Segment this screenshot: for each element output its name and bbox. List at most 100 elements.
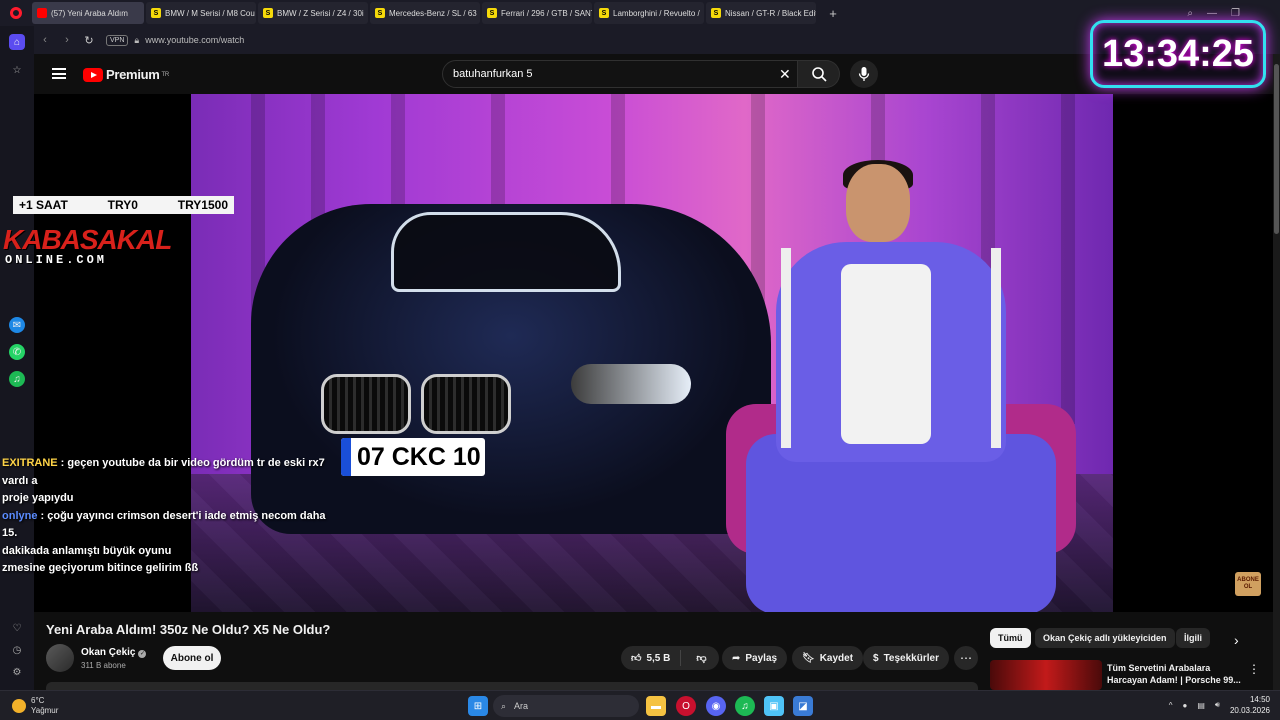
recommendation-thumbnail[interactable] xyxy=(990,660,1102,690)
restore-icon[interactable]: ❐ xyxy=(1231,8,1240,19)
sahibinden-favicon-icon: S xyxy=(599,8,609,18)
store-icon[interactable]: ▣ xyxy=(764,696,784,716)
weather-widget[interactable]: 6°C Yağmur xyxy=(12,696,58,716)
chip-all[interactable]: Tümü xyxy=(990,628,1031,648)
sahibinden-favicon-icon: S xyxy=(375,8,385,18)
settings-icon[interactable]: ⚙ xyxy=(9,664,25,680)
logo-text: Premium xyxy=(106,67,160,82)
tab-youtube[interactable]: (57) Yeni Araba Aldım xyxy=(32,2,144,24)
share-icon: ➦ xyxy=(732,652,741,664)
channel-name-text[interactable]: Okan Çekiç xyxy=(81,647,135,658)
save-button[interactable]: 🔖︎ Kaydet xyxy=(792,646,864,670)
weather-text: Yağmur xyxy=(31,706,59,715)
weather-icon xyxy=(12,699,26,713)
more-actions-button[interactable]: ⋯ xyxy=(954,646,978,670)
clear-search-icon[interactable]: ✕ xyxy=(779,66,791,83)
url-field[interactable]: www.youtube.com/watch xyxy=(145,35,244,45)
chevron-up-icon[interactable]: ^ xyxy=(1169,701,1173,710)
tab-mercedes-sl[interactable]: S Mercedes-Benz / SL / 63 xyxy=(370,2,480,24)
chat-message: onlyne : çoğu yayıncı crimson desert'i i… xyxy=(2,508,332,543)
discord-icon[interactable]: ◉ xyxy=(706,696,726,716)
voice-search-button[interactable] xyxy=(850,60,878,88)
search-tabs-icon[interactable]: ⌕ xyxy=(1187,8,1193,19)
spotify-icon[interactable]: ♫ xyxy=(735,696,755,716)
browser-tab-bar: (57) Yeni Araba Aldım S BMW / M Serisi / … xyxy=(0,0,1280,26)
volume-icon[interactable]: 🔊︎ xyxy=(1215,700,1220,710)
youtube-header: Premium TR batuhanfurkan 5 ✕ xyxy=(34,54,1274,94)
vpn-badge[interactable]: VPN xyxy=(106,34,129,46)
file-explorer-icon[interactable]: ▬ xyxy=(646,696,666,716)
like-dislike-group: 👍︎ 5,5 B 👎︎ xyxy=(621,646,719,670)
network-icon[interactable]: ▤ xyxy=(1197,701,1205,710)
start-icon[interactable]: ⊞ xyxy=(468,696,488,716)
dislike-button[interactable]: 👎︎ xyxy=(686,652,716,664)
chip-related[interactable]: İlgili xyxy=(1176,628,1210,648)
microphone-icon xyxy=(858,67,870,81)
tab-label: BMW / M Serisi / M8 Cou xyxy=(165,8,255,18)
tab-lamborghini[interactable]: S Lamborghini / Revuelto / xyxy=(594,2,704,24)
messenger-icon[interactable]: ✉ xyxy=(9,317,25,333)
channel-name[interactable]: Okan Çekiç ✓ xyxy=(81,647,147,658)
minimize-icon[interactable]: — xyxy=(1207,8,1217,19)
menu-icon[interactable] xyxy=(52,68,66,79)
stream-badge: +1 SAAT TRY0 TRY1500 xyxy=(13,196,234,214)
license-plate: 07 CKC 10 xyxy=(341,438,485,476)
tab-label: Lamborghini / Revuelto / xyxy=(613,8,700,18)
lock-icon[interactable]: 🔒︎ xyxy=(134,35,139,46)
tab-ferrari-296[interactable]: S Ferrari / 296 / GTB / SANT xyxy=(482,2,592,24)
scrollbar-thumb[interactable] xyxy=(1274,64,1279,234)
stream-clock: 13:34:25 xyxy=(1090,20,1266,88)
subscribe-button[interactable]: Abone ol xyxy=(163,646,221,670)
youtube-play-icon xyxy=(83,67,103,82)
opera-icon[interactable]: O xyxy=(676,696,696,716)
system-tray: ^ ● ▤ 🔊︎ 14:50 20.03.2026 xyxy=(1169,694,1270,716)
opera-logo-icon[interactable] xyxy=(0,0,32,26)
search-icon xyxy=(811,67,827,82)
thumbs-up-icon: 👍︎ xyxy=(631,653,642,664)
search-button[interactable] xyxy=(798,60,840,88)
chip-from-uploader[interactable]: Okan Çekiç adlı yükleyiciden xyxy=(1035,628,1175,648)
home-icon[interactable]: ⌂ xyxy=(9,34,25,50)
chevron-right-icon[interactable]: › xyxy=(1234,632,1239,648)
share-label: Paylaş xyxy=(745,652,778,664)
chat-text: dakikada anlamıştı büyük oyunu xyxy=(2,544,172,557)
star-icon[interactable]: ☆ xyxy=(9,62,25,78)
back-icon[interactable]: ‹ xyxy=(34,34,56,46)
kabasakal-domain: ONLINE.COM xyxy=(5,253,108,267)
whatsapp-icon[interactable]: ✆ xyxy=(9,344,25,360)
page-scrollbar[interactable] xyxy=(1273,54,1280,690)
taskbar-search[interactable]: ⌕ Ara xyxy=(493,695,639,717)
plate-text: 07 CKC 10 xyxy=(357,442,481,471)
forward-icon[interactable]: › xyxy=(56,34,78,46)
tab-label: Ferrari / 296 / GTB / SANT xyxy=(501,8,592,18)
heart-icon[interactable]: ♡ xyxy=(9,620,25,636)
history-icon[interactable]: ◷ xyxy=(9,642,25,658)
microphone-icon[interactable]: ● xyxy=(1183,701,1188,710)
photos-icon[interactable]: ◪ xyxy=(793,696,813,716)
reload-icon[interactable]: ↻ xyxy=(78,34,100,47)
tab-label: (57) Yeni Araba Aldım xyxy=(51,8,128,18)
description-box[interactable] xyxy=(46,682,978,690)
badge-try0: TRY0 xyxy=(107,198,138,212)
channel-avatar[interactable] xyxy=(46,644,74,672)
video-title: Yeni Araba Aldım! 350z Ne Oldu? X5 Ne Ol… xyxy=(46,622,331,637)
youtube-logo[interactable]: Premium TR xyxy=(83,67,169,82)
browser-sidebar: ⌂ ☆ ✉ ✆ ♫ ♡ ◷ ⚙ xyxy=(0,26,34,690)
tab-nissan-gtr[interactable]: S Nissan / GT-R / Black Editi xyxy=(706,2,816,24)
thanks-button[interactable]: $ Teşekkürler xyxy=(863,646,949,670)
chat-user: EXITRANE xyxy=(2,457,58,469)
share-button[interactable]: ➦ Paylaş xyxy=(722,646,788,670)
like-button[interactable]: 👍︎ 5,5 B xyxy=(621,650,682,666)
system-clock[interactable]: 14:50 20.03.2026 xyxy=(1230,694,1270,716)
recommendation-title[interactable]: Tüm Servetini Arabalara Harcayan Adam! |… xyxy=(1107,662,1242,686)
chat-user: onlyne xyxy=(2,509,38,522)
tab-bmw-m8[interactable]: S BMW / M Serisi / M8 Cou xyxy=(146,2,256,24)
spotify-icon[interactable]: ♫ xyxy=(9,371,25,387)
clock-date: 20.03.2026 xyxy=(1229,706,1270,715)
recommendation-menu-icon[interactable]: ⋮ xyxy=(1248,662,1260,676)
new-tab-button[interactable]: + xyxy=(824,4,842,22)
tab-bmw-z4[interactable]: S BMW / Z Serisi / Z4 / 30i xyxy=(258,2,368,24)
sahibinden-favicon-icon: S xyxy=(711,8,721,18)
chat-text: zmesine geçiyorum bitince gelirim ßß xyxy=(2,562,199,574)
search-input[interactable]: batuhanfurkan 5 xyxy=(442,60,798,88)
